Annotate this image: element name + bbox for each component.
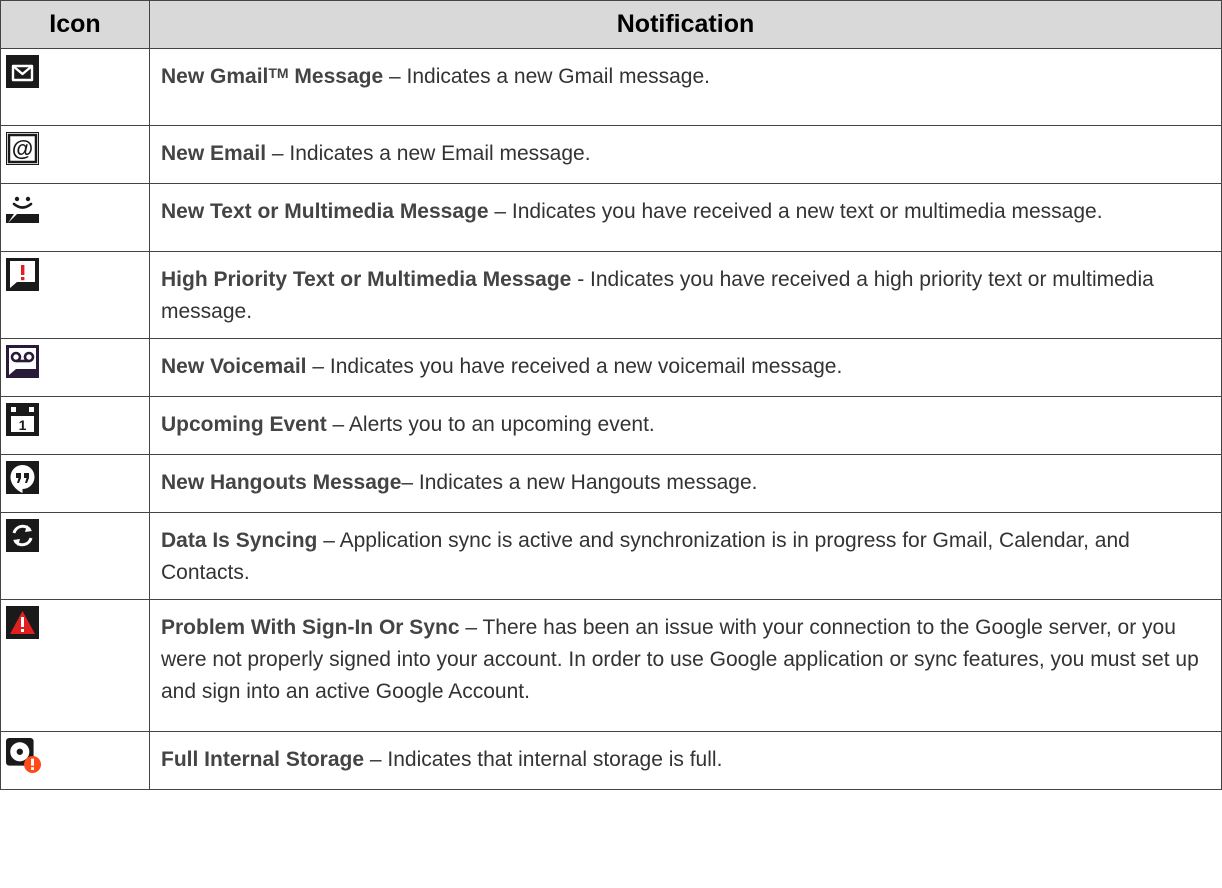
table-row: Problem With Sign-In Or Sync – There has… xyxy=(0,599,1222,732)
notification-title: High Priority Text or Multimedia Message xyxy=(161,268,572,291)
icon-cell xyxy=(0,512,150,600)
table-header-row: Icon Notification xyxy=(0,0,1222,49)
notification-description: Alerts you to an upcoming event. xyxy=(348,413,655,436)
trademark-sup: TM xyxy=(268,65,289,81)
notification-description: Indicates a new Hangouts message. xyxy=(418,471,758,494)
voicemail-icon xyxy=(6,345,39,378)
title-separator: – xyxy=(459,616,483,639)
title-separator: - xyxy=(571,268,591,291)
notification-title: New Voicemail xyxy=(161,355,307,378)
icon-cell xyxy=(0,183,150,252)
notification-cell: Data Is Syncing – Application sync is ac… xyxy=(149,512,1222,600)
icon-cell: 1 xyxy=(0,396,150,455)
priority-message-icon xyxy=(6,258,39,291)
notification-cell: New Email – Indicates a new Email messag… xyxy=(149,125,1222,184)
table-row: Full Internal Storage – Indicates that i… xyxy=(0,731,1222,790)
notification-cell: Upcoming Event – Alerts you to an upcomi… xyxy=(149,396,1222,455)
icon-cell xyxy=(0,48,150,126)
notification-description: Indicates you have received a new voicem… xyxy=(329,355,843,378)
table-row: New Text or Multimedia Message – Indicat… xyxy=(0,183,1222,252)
title-separator: – xyxy=(306,355,330,378)
notification-title: Upcoming Event xyxy=(161,413,327,436)
notification-description: Indicates a new Email message. xyxy=(289,142,591,165)
notification-cell: New Hangouts Message– Indicates a new Ha… xyxy=(149,454,1222,513)
notification-icons-document: Icon Notification New GmailTM Message – … xyxy=(0,0,1222,888)
notification-title: New Hangouts Message xyxy=(161,471,402,494)
notification-cell: New Text or Multimedia Message – Indicat… xyxy=(149,183,1222,252)
notification-title: Problem With Sign-In Or Sync xyxy=(161,616,460,639)
notification-description: Indicates that internal storage is full. xyxy=(387,748,723,771)
svg-text:@: @ xyxy=(12,136,33,161)
title-separator: – xyxy=(317,529,340,552)
notification-cell: Full Internal Storage – Indicates that i… xyxy=(149,731,1222,790)
table-row: @ New Email – Indicates a new Email mess… xyxy=(0,125,1222,184)
gmail-icon xyxy=(6,55,39,88)
notification-title: New GmailTM Message xyxy=(161,65,384,88)
title-separator: – xyxy=(401,471,419,494)
notification-description: Indicates you have received a new text o… xyxy=(511,200,1103,223)
table-row: New Hangouts Message– Indicates a new Ha… xyxy=(0,454,1222,513)
notification-title: New Text or Multimedia Message xyxy=(161,200,489,223)
message-smiley-icon xyxy=(6,190,39,223)
table-row: New Voicemail – Indicates you have recei… xyxy=(0,338,1222,397)
table-row: 1 Upcoming Event – Alerts you to an upco… xyxy=(0,396,1222,455)
notification-title: New Email xyxy=(161,142,267,165)
notification-cell: New GmailTM Message – Indicates a new Gm… xyxy=(149,48,1222,126)
title-separator: – xyxy=(326,413,349,436)
title-separator: – xyxy=(383,65,407,88)
title-separator: – xyxy=(266,142,290,165)
sync-icon xyxy=(6,519,39,552)
notification-cell: Problem With Sign-In Or Sync – There has… xyxy=(149,599,1222,732)
icon-cell: @ xyxy=(0,125,150,184)
column-header-notification: Notification xyxy=(149,0,1222,49)
icon-cell xyxy=(0,731,150,790)
icon-cell xyxy=(0,599,150,732)
email-at-icon: @ xyxy=(6,132,39,165)
table-row: High Priority Text or Multimedia Message… xyxy=(0,251,1222,339)
notification-title: Data Is Syncing xyxy=(161,529,318,552)
icon-cell xyxy=(0,454,150,513)
notification-description: Indicates a new Gmail message. xyxy=(406,65,710,88)
icon-cell xyxy=(0,338,150,397)
notification-title: Full Internal Storage xyxy=(161,748,365,771)
warning-icon xyxy=(6,606,39,639)
title-separator: – xyxy=(364,748,388,771)
table-row: New GmailTM Message – Indicates a new Gm… xyxy=(0,48,1222,126)
calendar-icon: 1 xyxy=(6,403,39,436)
storage-full-icon xyxy=(6,738,41,773)
hangouts-icon xyxy=(6,461,39,494)
icon-cell xyxy=(0,251,150,339)
table-row: Data Is Syncing – Application sync is ac… xyxy=(0,512,1222,600)
svg-text:1: 1 xyxy=(19,417,27,433)
column-header-icon: Icon xyxy=(0,0,150,49)
notification-cell: New Voicemail – Indicates you have recei… xyxy=(149,338,1222,397)
notification-cell: High Priority Text or Multimedia Message… xyxy=(149,251,1222,339)
title-separator: – xyxy=(488,200,512,223)
notification-icons-table: Icon Notification New GmailTM Message – … xyxy=(0,0,1222,790)
